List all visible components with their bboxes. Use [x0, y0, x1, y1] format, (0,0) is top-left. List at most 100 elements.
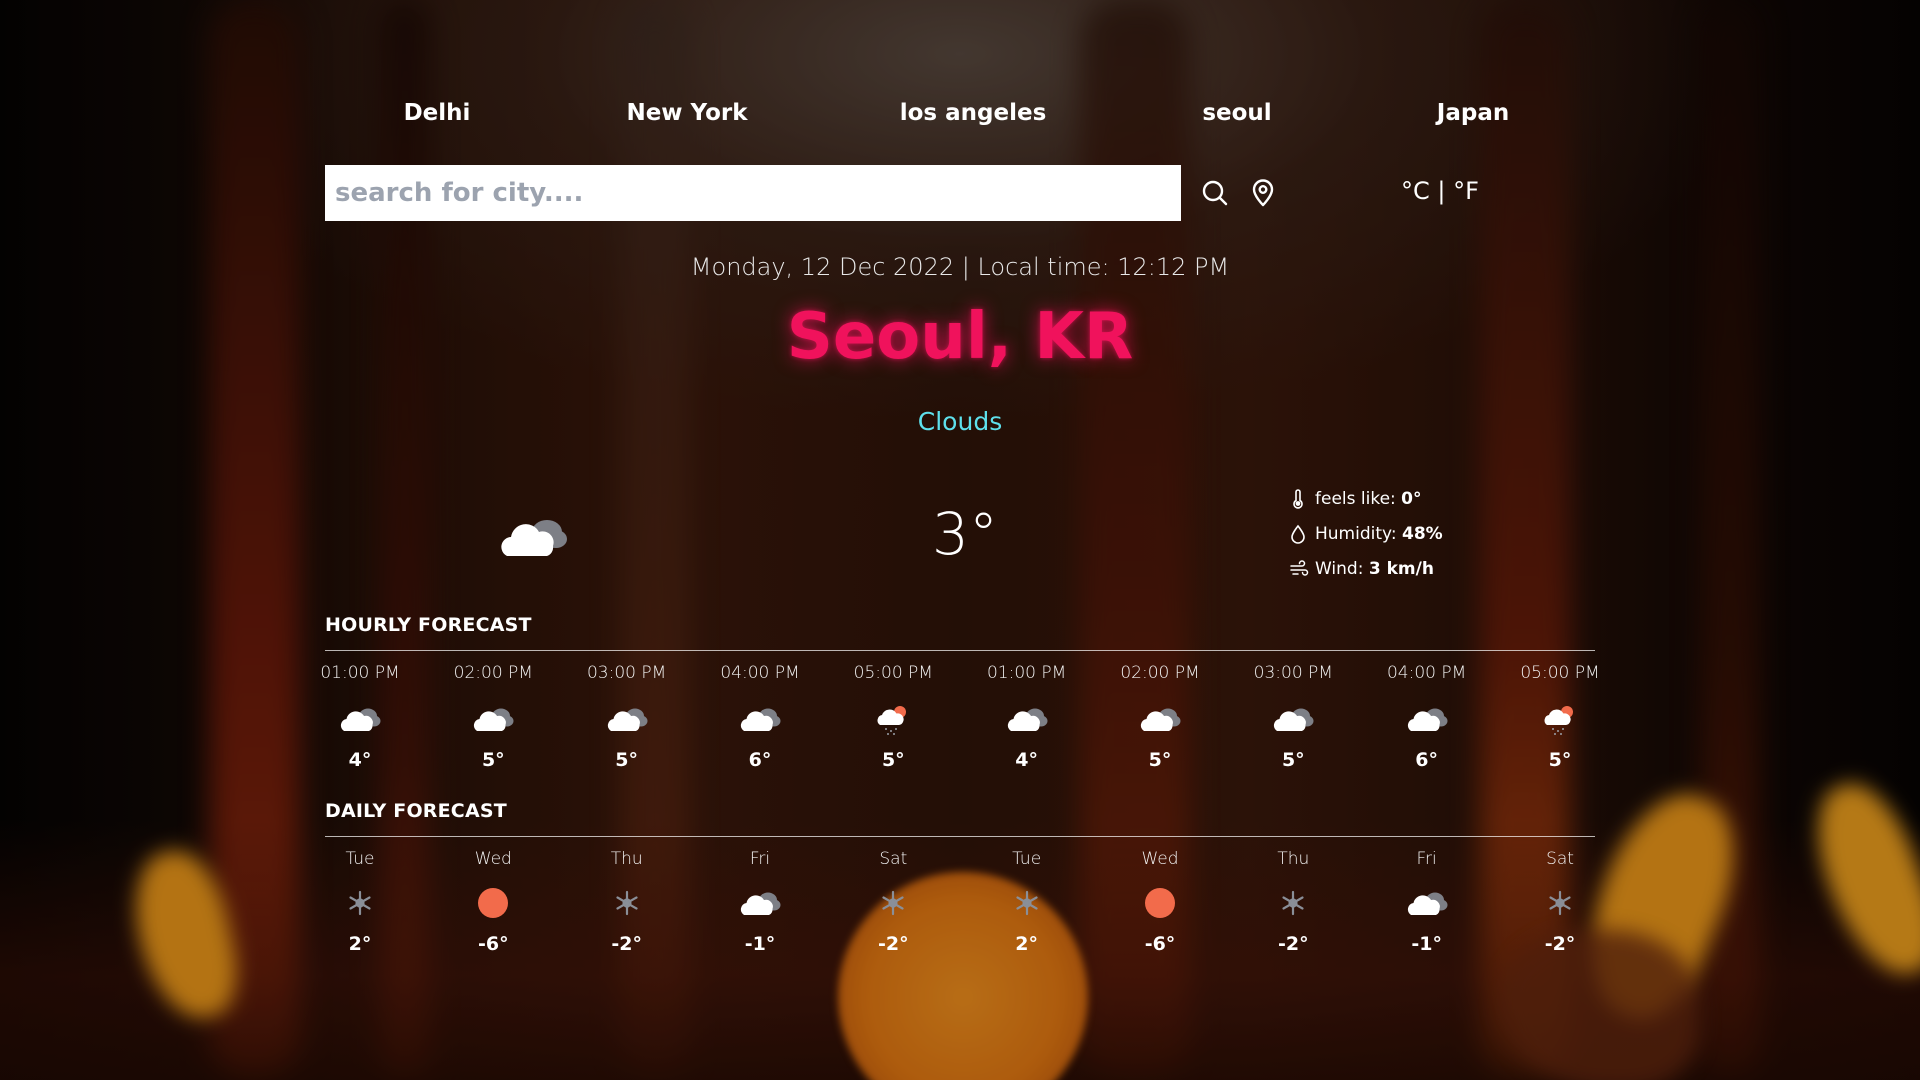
- humidity-value: 48%: [1401, 524, 1443, 544]
- hourly-forecast-title: HOURLY FORECAST: [325, 614, 532, 636]
- local-datetime: Monday, 12 Dec 2022 | Local time: 12:12 …: [690, 253, 1230, 281]
- sun-icon: [470, 885, 516, 921]
- sun-snow-icon: [1537, 701, 1583, 737]
- city-link-new-york[interactable]: New York: [626, 100, 747, 126]
- daily-forecast-day: Sat: [1546, 849, 1574, 869]
- hourly-forecast-item: 03:00 PM 5°: [1233, 663, 1353, 771]
- cloudy-icon: [1404, 701, 1450, 737]
- current-weather: 3° feels like: 0° Humidity: 48% Wind: 3 …: [325, 480, 1595, 590]
- hourly-forecast-temp: 5°: [1281, 749, 1305, 771]
- snow-icon: [337, 885, 383, 921]
- sun-snow-icon: [870, 701, 916, 737]
- snow-icon: [1270, 885, 1316, 921]
- daily-forecast-temp: -2°: [611, 933, 642, 955]
- hourly-forecast-item: 01:00 PM 4°: [300, 663, 420, 771]
- daily-forecast: Tue 2° Wed -6° Thu -2° Fri -1° Sat -2° Tue 2° Wed -6°…: [325, 849, 1595, 979]
- weather-details: feels like: 0° Humidity: 48% Wind: 3 km/…: [1289, 488, 1443, 593]
- city-link-japan[interactable]: Japan: [1437, 100, 1509, 126]
- hourly-forecast-time: 03:00 PM: [586, 663, 667, 683]
- unit-toggle: °C | °F: [1401, 177, 1479, 205]
- divider: [325, 650, 1595, 651]
- cloudy-icon: [737, 885, 783, 921]
- daily-forecast-temp: -2°: [1278, 933, 1309, 955]
- hourly-forecast: 01:00 PM 4° 02:00 PM 5° 03:00 PM 5° 04:00 PM 6°…: [320, 663, 1599, 793]
- daily-forecast-day: Tue: [345, 849, 375, 869]
- cloudy-icon: [1270, 701, 1316, 737]
- cloudy-icon: [1404, 885, 1450, 921]
- city-title: Seoul, KR: [786, 300, 1134, 374]
- humidity: Humidity: 48%: [1289, 523, 1443, 558]
- daily-forecast-item: Thu -2°: [1233, 849, 1353, 955]
- city-nav: Delhi New York los angeles seoul Japan: [325, 100, 1595, 136]
- wind-icon: [1290, 560, 1309, 576]
- droplet-icon: [1291, 524, 1305, 544]
- snow-icon: [1004, 885, 1050, 921]
- daily-forecast-day: Wed: [1141, 849, 1179, 869]
- daily-forecast-temp: 2°: [348, 933, 372, 955]
- search-icon[interactable]: [1199, 177, 1231, 209]
- daily-forecast-day: Thu: [610, 849, 643, 869]
- location-pin-icon[interactable]: [1247, 177, 1279, 209]
- daily-forecast-temp: 2°: [1015, 933, 1039, 955]
- cloudy-icon: [497, 508, 569, 564]
- daily-forecast-item: Tue 2°: [300, 849, 420, 955]
- feels-like-value: 0°: [1401, 489, 1422, 509]
- divider: [325, 836, 1595, 837]
- hourly-forecast-item: 05:00 PM 5°: [833, 663, 953, 771]
- hourly-forecast-item: 02:00 PM 5°: [433, 663, 553, 771]
- daily-forecast-day: Sat: [879, 849, 908, 869]
- hourly-forecast-time: 02:00 PM: [1120, 663, 1200, 683]
- feels-like: feels like: 0°: [1289, 488, 1443, 523]
- snow-icon: [870, 885, 916, 921]
- hourly-forecast-temp: 6°: [1415, 749, 1439, 771]
- cloudy-icon: [470, 701, 516, 737]
- hourly-forecast-time: 05:00 PM: [853, 663, 933, 683]
- wind-label: Wind:: [1315, 559, 1369, 579]
- unit-separator: |: [1437, 177, 1446, 205]
- city-link-seoul[interactable]: seoul: [1202, 100, 1271, 126]
- daily-forecast-item: Sat -2°: [833, 849, 953, 955]
- hourly-forecast-item: 02:00 PM 5°: [1100, 663, 1220, 771]
- snow-icon: [604, 885, 650, 921]
- daily-forecast-temp: -6°: [478, 933, 509, 955]
- hourly-forecast-temp: 6°: [748, 749, 772, 771]
- wind-value: 3 km/h: [1368, 559, 1434, 579]
- daily-forecast-day: Fri: [1416, 849, 1437, 869]
- city-link-delhi[interactable]: Delhi: [404, 100, 471, 126]
- cloudy-icon: [604, 701, 650, 737]
- wind: Wind: 3 km/h: [1289, 558, 1443, 593]
- daily-forecast-title: DAILY FORECAST: [325, 800, 507, 822]
- cloudy-icon: [1004, 701, 1050, 737]
- hourly-forecast-time: 01:00 PM: [986, 663, 1067, 683]
- hourly-forecast-temp: 4°: [348, 749, 372, 771]
- hourly-forecast-temp: 5°: [481, 749, 505, 771]
- daily-forecast-temp: -6°: [1144, 933, 1176, 955]
- daily-forecast-day: Fri: [749, 849, 771, 869]
- feels-like-label: feels like:: [1315, 489, 1402, 509]
- daily-forecast-item: Fri -1°: [700, 849, 820, 955]
- daily-forecast-item: Tue 2°: [967, 849, 1087, 955]
- sun-icon: [1137, 885, 1183, 921]
- thermometer-icon: [1293, 489, 1303, 509]
- daily-forecast-item: Thu -2°: [567, 849, 687, 955]
- hourly-forecast-temp: 4°: [1015, 749, 1039, 771]
- hourly-forecast-item: 01:00 PM 4°: [967, 663, 1087, 771]
- daily-forecast-temp: -2°: [878, 933, 909, 955]
- daily-forecast-item: Fri -1°: [1367, 849, 1487, 955]
- hourly-forecast-temp: 5°: [881, 749, 905, 771]
- hourly-forecast-item: 05:00 PM 5°: [1500, 663, 1620, 771]
- hourly-forecast-item: 04:00 PM 6°: [700, 663, 820, 771]
- daily-forecast-day: Wed: [474, 849, 512, 869]
- weather-condition: Clouds: [917, 407, 1003, 436]
- hourly-forecast-temp: 5°: [1548, 749, 1572, 771]
- search-bar: °C | °F: [325, 165, 1595, 221]
- hourly-forecast-time: 04:00 PM: [720, 663, 800, 683]
- hourly-forecast-time: 03:00 PM: [1253, 663, 1333, 683]
- daily-forecast-item: Sat -2°: [1500, 849, 1620, 955]
- snow-icon: [1537, 885, 1583, 921]
- daily-forecast-day: Thu: [1277, 849, 1310, 869]
- celsius-button[interactable]: °C: [1401, 177, 1430, 205]
- city-link-los-angeles[interactable]: los angeles: [900, 100, 1047, 126]
- fahrenheit-button[interactable]: °F: [1453, 177, 1479, 205]
- search-input[interactable]: [325, 165, 1181, 221]
